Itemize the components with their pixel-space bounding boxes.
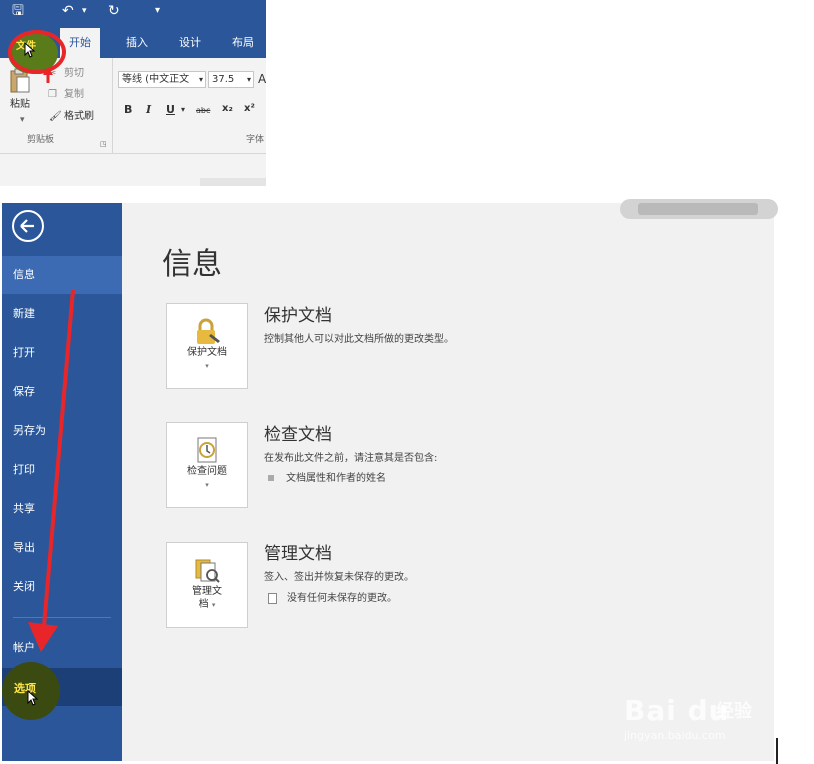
italic-button[interactable]: I: [146, 103, 151, 116]
inspect-bullet: 文档属性和作者的姓名: [268, 472, 386, 486]
font-group-label: 字体: [246, 135, 265, 145]
nav-item-info[interactable]: 信息: [2, 256, 122, 294]
undo-icon[interactable]: ↶: [62, 2, 74, 20]
nav-item-export[interactable]: 导出: [2, 529, 122, 567]
font-size-value: 37.5: [212, 74, 235, 85]
underline-dropdown-icon[interactable]: ▾: [181, 105, 185, 114]
nav-item-new[interactable]: 新建: [2, 295, 122, 333]
copy-icon: ❐: [48, 89, 57, 100]
back-button[interactable]: [12, 210, 44, 242]
manage-bullet: 没有任何未保存的更改。: [268, 592, 397, 606]
tab-home[interactable]: 开始: [60, 28, 100, 58]
blurred-title-area: [620, 199, 778, 219]
nav-item-print[interactable]: 打印: [2, 451, 122, 489]
mouse-cursor-icon: [27, 690, 39, 706]
nav-item-open[interactable]: 打开: [2, 334, 122, 372]
nav-item-save[interactable]: 保存: [2, 373, 122, 411]
grow-font-icon[interactable]: A: [258, 73, 266, 86]
font-size-select[interactable]: 37.5 ▾: [208, 71, 254, 88]
group-divider: [112, 58, 113, 154]
redo-icon[interactable]: ↻: [108, 2, 120, 20]
ribbon-shadow: [200, 178, 266, 186]
chevron-down-icon: ▾: [205, 481, 209, 489]
nav-item-save-as[interactable]: 另存为: [2, 412, 122, 450]
baidu-logo: Bai du: [624, 694, 730, 727]
chevron-down-icon: ▾: [198, 75, 203, 84]
tab-insert[interactable]: 插入: [126, 35, 148, 51]
manage-document-icon: [195, 559, 220, 583]
page-title: 信息: [162, 247, 222, 282]
format-painter-icon: 🖌: [49, 111, 62, 122]
manage-description: 签入、签出并恢复未保存的更改。: [264, 572, 414, 583]
inspect-title: 检查文档: [264, 425, 332, 445]
check-for-issues-label: 检查问题: [187, 466, 227, 477]
paste-button[interactable]: 粘贴: [10, 98, 30, 111]
cut-button[interactable]: 剪切: [64, 67, 84, 80]
font-name-value: 等线 (中文正文: [122, 74, 190, 85]
strikethrough-button[interactable]: abc: [196, 106, 210, 115]
manage-document-button[interactable]: 管理文 档 ▾: [166, 542, 248, 628]
chevron-down-icon: ▾: [246, 75, 251, 84]
manage-document-label: 管理文: [192, 586, 222, 597]
inspect-description: 在发布此文件之前，请注意其是否包含:: [264, 453, 438, 464]
nav-divider: [13, 617, 111, 618]
manage-bullet-text: 没有任何未保存的更改。: [287, 593, 397, 604]
clipboard-launcher-icon[interactable]: ◳: [100, 138, 107, 151]
nav-item-close[interactable]: 关闭: [2, 568, 122, 606]
arrow-left-icon: [20, 219, 34, 233]
paste-dropdown-icon[interactable]: ▾: [20, 114, 25, 127]
chevron-down-icon: ▾: [205, 362, 209, 370]
font-name-select[interactable]: 等线 (中文正文 ▾: [118, 71, 206, 88]
lock-icon: [197, 318, 220, 344]
tab-design[interactable]: 设计: [179, 35, 201, 51]
protect-document-button[interactable]: 保护文档 ▾: [166, 303, 248, 389]
red-arrow-up-icon: [43, 67, 53, 83]
baidu-watermark: Bai du 经验 jingyan.baidu.com: [624, 676, 774, 746]
inspect-document-icon: [197, 437, 217, 463]
protect-document-label: 保护文档: [187, 347, 227, 358]
protect-description: 控制其他人可以对此文档所做的更改类型。: [264, 334, 454, 345]
customize-qat-icon[interactable]: ▾: [155, 2, 160, 20]
chevron-down-icon: ▾: [211, 601, 216, 609]
backstage-sidebar: 信息 新建 打开 保存 另存为 打印 共享 导出 关闭 帐户 选项: [2, 203, 122, 761]
quick-access-toolbar: 🖫 ↶ ▾ ↻ ▾: [0, 0, 266, 28]
clipboard-group-label: 剪贴板: [27, 135, 55, 145]
edge-line: [776, 738, 778, 764]
tab-layout[interactable]: 布局: [232, 35, 254, 51]
word-ribbon: 🖫 ↶ ▾ ↻ ▾ 开始 插入 设计 布局 粘贴 ▾ ✂ 剪切 ❐ 复制 🖌 格…: [0, 0, 266, 186]
superscript-button[interactable]: x²: [244, 103, 255, 114]
save-icon[interactable]: 🖫: [12, 2, 24, 20]
bullet-icon: [268, 475, 274, 481]
protect-title: 保护文档: [264, 306, 332, 326]
inspect-bullet-text: 文档属性和作者的姓名: [286, 473, 386, 484]
nav-item-share[interactable]: 共享: [2, 490, 122, 528]
red-circle-annotation: [8, 30, 66, 74]
check-for-issues-button[interactable]: 检查问题 ▾: [166, 422, 248, 508]
format-painter-button[interactable]: 格式刷: [64, 110, 94, 123]
watermark-url: jingyan.baidu.com: [624, 729, 726, 742]
manage-document-label-line2: 档 ▾: [167, 599, 247, 611]
blurred-block: [638, 203, 758, 215]
bold-button[interactable]: B: [124, 103, 132, 116]
manage-title: 管理文档: [264, 544, 332, 564]
nav-item-account[interactable]: 帐户: [2, 629, 122, 667]
document-icon: [268, 592, 277, 604]
chevron-down-icon[interactable]: ▾: [82, 2, 87, 20]
subscript-button[interactable]: x₂: [222, 103, 233, 114]
manage-label-part: 档: [198, 599, 209, 610]
underline-button[interactable]: U: [166, 103, 175, 116]
watermark-jingyan: 经验: [716, 701, 752, 722]
mouse-cursor-icon: [24, 42, 36, 58]
copy-button[interactable]: 复制: [64, 88, 84, 101]
